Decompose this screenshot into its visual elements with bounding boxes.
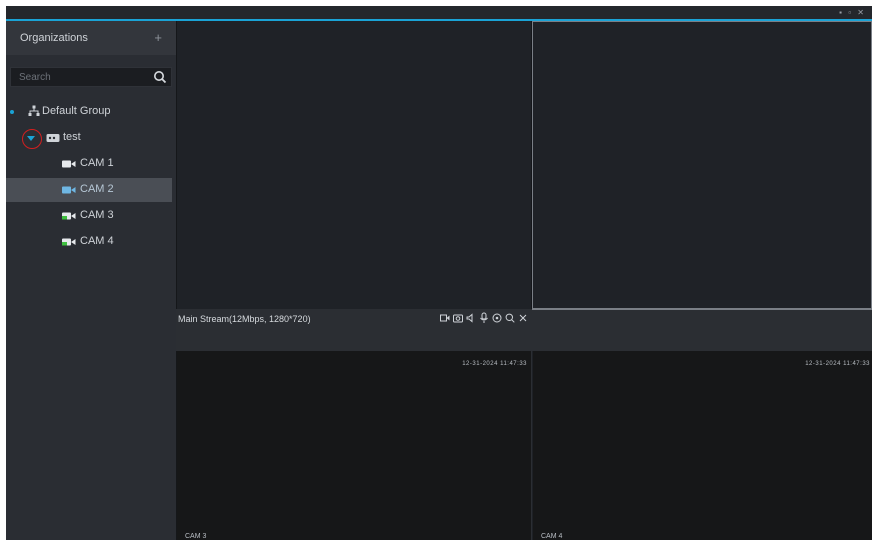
record-icon[interactable] [440,312,450,324]
video-pane-1[interactable] [177,21,531,309]
pane-toolbar [440,312,528,326]
title-bar: ▪ ▫ ✕ [6,6,872,20]
window-controls[interactable]: ▪ ▫ ✕ [839,8,866,17]
timestamp-label: 12-31-2024 11:47:33 [805,361,870,367]
video-pane-4[interactable]: 12-31-2024 11:47:33 CAM 4 [533,351,872,540]
sidebar: Organizations + Default Group [6,21,177,540]
video-pane-2[interactable] [532,21,872,309]
search-input[interactable] [11,68,149,86]
timestamp-label: 12-31-2024 11:47:33 [462,361,527,367]
pane-4-spacer [532,309,872,351]
tree-item-default-group[interactable]: Default Group [6,100,172,124]
tree-item-test[interactable]: test [6,126,172,150]
snapshot-icon[interactable] [453,312,463,324]
close-icon[interactable] [518,312,528,324]
group-icon [28,105,40,116]
pane-3-spacer [176,329,532,351]
annotation-circle [22,129,42,149]
camera-online-icon [62,238,76,246]
stream-label: Main Stream(12Mbps, 1280*720) [178,314,311,324]
tree-item-label: Default Group [42,105,111,117]
tree-item-cam-1[interactable]: CAM 1 [6,152,172,176]
video-pane-3[interactable]: 12-31-2024 11:47:33 CAM 3 [177,351,531,540]
add-organization-button[interactable]: + [154,30,162,45]
camera-caption: CAM 4 [541,533,563,540]
audio-icon[interactable] [466,312,476,324]
tree-item-label: CAM 4 [80,235,114,247]
nvr-client-window: ▪ ▫ ✕ Organizations + Default Group [6,6,872,540]
tree-item-label: CAM 1 [80,157,114,169]
camera-online-icon [62,212,76,220]
tree-item-cam-2[interactable]: CAM 2 [6,178,172,202]
expand-dot-icon[interactable] [10,110,14,114]
zoom-icon[interactable] [505,312,515,324]
microphone-icon[interactable] [479,312,489,324]
pane-divider [531,351,532,540]
tree-item-label: CAM 3 [80,209,114,221]
organizations-title: Organizations [20,32,88,44]
ptz-icon[interactable] [492,312,502,324]
nvr-device-icon [46,134,60,142]
search-icon[interactable] [153,70,167,84]
camera-caption: CAM 3 [185,533,207,540]
search-box [10,67,172,87]
organizations-header[interactable]: Organizations + [6,21,176,55]
stream-info-bar: Main Stream(12Mbps, 1280*720) [176,309,532,329]
tree-item-cam-4[interactable]: CAM 4 [6,230,172,254]
camera-icon [62,160,76,168]
tree-item-cam-3[interactable]: CAM 3 [6,204,172,228]
camera-icon [62,186,76,194]
tree-item-label: test [63,131,81,143]
tree-item-label: CAM 2 [80,183,114,195]
